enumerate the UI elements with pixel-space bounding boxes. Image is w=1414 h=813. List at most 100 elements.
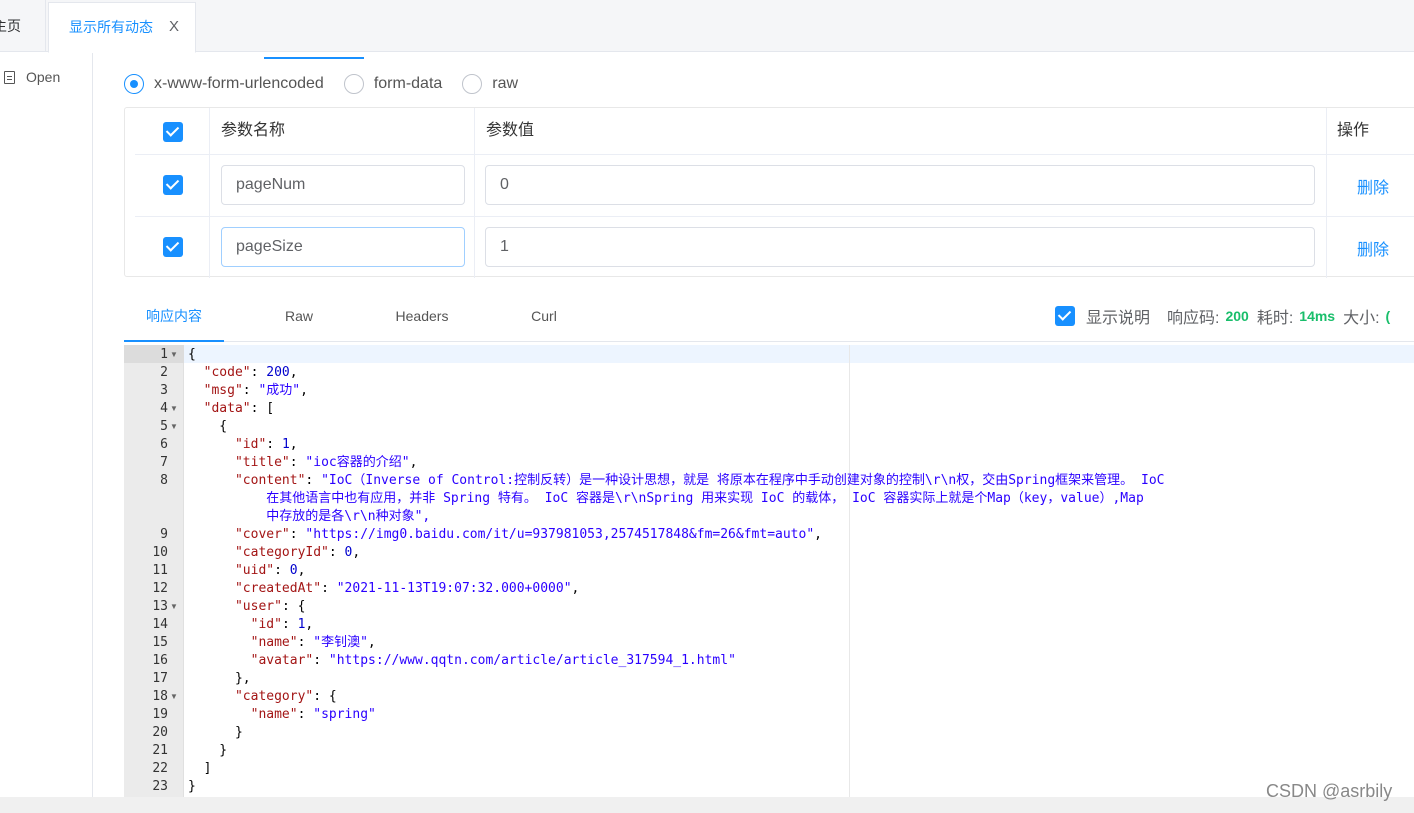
line-number: 16 (152, 653, 168, 668)
radio-raw[interactable]: raw (462, 74, 518, 94)
table-row: pageNum 0 删除 (135, 155, 1414, 217)
code-line: "uid": 0, (234, 563, 306, 578)
show-description-checkbox[interactable] (1055, 306, 1075, 326)
response-code-editor[interactable]: 1 ▼{2 "code": 200, 3 "msg": "成功", 4 ▼ "data"… (124, 345, 1414, 797)
response-size-value: ( (1385, 308, 1391, 324)
row-checkbox[interactable] (163, 175, 183, 195)
tab-raw[interactable]: Raw (259, 297, 339, 342)
param-value-cell: 1 (475, 217, 1327, 278)
document-icon (4, 70, 15, 84)
line-number: 9 (160, 527, 168, 542)
code-line: ] (188, 761, 212, 776)
fold-arrow-icon[interactable]: ▼ (170, 418, 178, 436)
param-name-cell: pageSize (210, 217, 475, 278)
line-number: 14 (152, 617, 168, 632)
code-line: "msg": "成功", (203, 383, 308, 398)
row-check-cell (135, 155, 210, 216)
elapsed-time-label: 耗时: (1256, 310, 1294, 327)
params-table: 参数名称 参数值 操作 pageNum 0 删除 pageSize 1 删除 (124, 107, 1414, 278)
code-line: "content": "IoC（Inverse of Control:控制反转）… (234, 473, 1165, 488)
code-line: 在其他语言中也有应用，并非 Spring 特有。 IoC 容器是\r\nSpri… (188, 491, 1144, 506)
code-line: "user": { (234, 599, 306, 614)
params-table-header: 参数名称 参数值 操作 (135, 108, 1414, 155)
param-name-cell: pageNum (210, 155, 475, 216)
tab-home-label: 主页 (0, 18, 21, 34)
delete-button[interactable]: 删除 (1357, 217, 1389, 278)
code-line: "cover": "https://img0.baidu.com/it/u=93… (234, 527, 822, 542)
bottom-scrollbar[interactable] (0, 797, 1414, 813)
code-line: }, (188, 671, 251, 686)
code-line: } (188, 779, 196, 794)
code-line: { (188, 419, 228, 434)
line-number: 3 (160, 383, 168, 398)
select-all-checkbox[interactable] (163, 122, 183, 142)
param-name-input[interactable]: pageNum (221, 165, 465, 205)
code-line: "createdAt": "2021-11-13T19:07:32.000+00… (234, 581, 580, 596)
tab-strip: 主页 显示所有动态 X (0, 0, 1414, 53)
row-check-cell (135, 217, 210, 278)
close-icon[interactable]: X (169, 3, 179, 51)
param-value-input[interactable]: 0 (485, 165, 1315, 205)
code-line: "id": 1, (250, 617, 314, 632)
line-number: 23 (152, 779, 168, 794)
fold-arrow-icon[interactable]: ▼ (170, 688, 178, 706)
section-tab-indicator (264, 57, 364, 59)
line-number: 19 (152, 707, 168, 722)
code-line: "name": "spring" (250, 707, 376, 722)
line-number: 13 (152, 599, 168, 614)
code-line: "category": { (234, 689, 337, 704)
radio-label: raw (492, 75, 519, 92)
header-param-value: 参数值 (475, 108, 1327, 154)
line-number: 10 (152, 545, 168, 560)
tab-show-all-posts[interactable]: 显示所有动态 X (48, 2, 196, 53)
line-number: 12 (152, 581, 168, 596)
watermark: CSDN @asrbily (1266, 781, 1393, 801)
code-line: "categoryId": 0, (234, 545, 361, 560)
radio-checked-icon[interactable] (124, 74, 144, 94)
body-type-radio-group: x-www-form-urlencoded form-data raw (124, 72, 538, 96)
response-tabs: 响应内容 Raw Headers Curl 显示说明 响应码: 200 耗时: … (124, 297, 1414, 342)
line-number: 8 (160, 473, 168, 488)
radio-x-www-form-urlencoded[interactable]: x-www-form-urlencoded (124, 74, 324, 94)
code-line: { (188, 347, 196, 362)
code-line: } (188, 725, 243, 740)
fold-arrow-icon[interactable]: ▼ (170, 598, 178, 616)
line-number: 20 (152, 725, 168, 740)
print-margin (849, 345, 850, 797)
radio-label: x-www-form-urlencoded (154, 75, 324, 92)
line-number: 22 (152, 761, 168, 776)
fold-arrow-icon[interactable]: ▼ (170, 400, 178, 418)
param-value-cell: 0 (475, 155, 1327, 216)
param-value-input[interactable]: 1 (485, 227, 1315, 267)
line-number: 7 (160, 455, 168, 470)
fold-arrow-icon[interactable]: ▼ (170, 346, 178, 364)
header-action: 操作 (1337, 122, 1370, 139)
line-number: 17 (152, 671, 168, 686)
show-description-label: 显示说明 (1086, 310, 1151, 327)
radio-unchecked-icon[interactable] (343, 74, 364, 94)
tab-headers[interactable]: Headers (382, 297, 462, 342)
line-number: 5 (160, 419, 168, 434)
code-line: } (188, 743, 228, 758)
line-number: 21 (152, 743, 168, 758)
tab-home[interactable]: 主页 (0, 0, 46, 52)
param-name-input[interactable]: pageSize (221, 227, 465, 267)
sidebar-open-item[interactable]: Open (4, 67, 60, 87)
sidebar-open-label: Open (26, 69, 61, 85)
line-number: 6 (160, 437, 168, 452)
response-size-label: 大小: (1343, 310, 1380, 327)
active-line-highlight (184, 345, 1414, 363)
select-all-cell (135, 108, 210, 154)
tab-response-content[interactable]: 响应内容 (124, 297, 224, 342)
tab-curl[interactable]: Curl (504, 297, 584, 342)
delete-button[interactable]: 删除 (1357, 155, 1389, 216)
code-line: "title": "ioc容器的介绍", (234, 455, 418, 470)
status-code-label: 响应码: (1167, 310, 1220, 327)
sidebar: Open (0, 53, 93, 798)
radio-form-data[interactable]: form-data (343, 74, 442, 94)
row-checkbox[interactable] (163, 237, 183, 257)
radio-unchecked-icon[interactable] (462, 74, 483, 94)
line-number: 18 (152, 689, 168, 704)
status-code-value: 200 (1225, 308, 1249, 324)
action-cell: 删除 (1327, 217, 1414, 278)
